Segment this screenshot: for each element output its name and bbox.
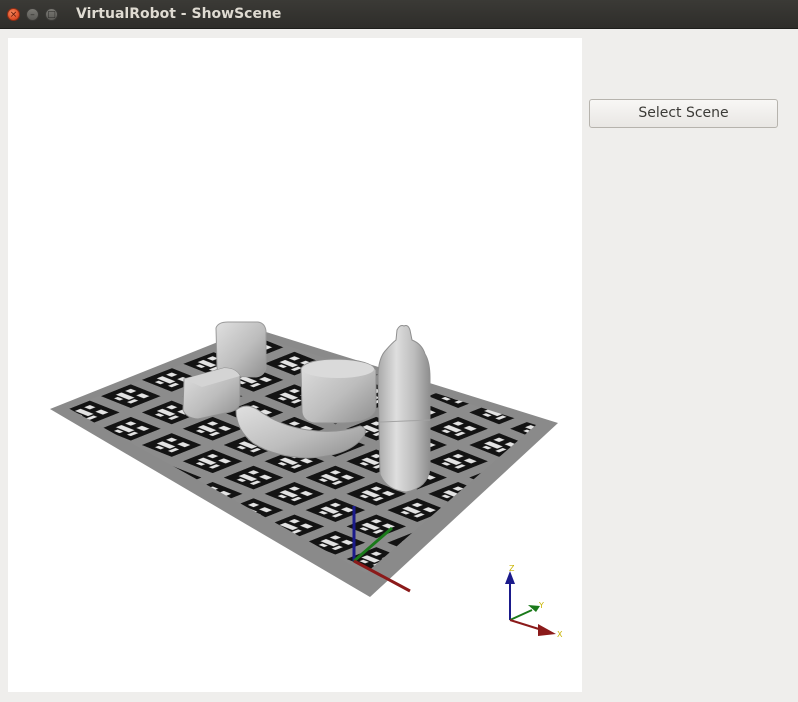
select-scene-button[interactable]: Select Scene — [589, 99, 778, 128]
scene-render: Z Y X — [50, 321, 563, 639]
gizmo-z-label: Z — [509, 564, 515, 573]
3d-viewport[interactable]: Z Y X — [8, 38, 582, 692]
axis-gizmo — [505, 571, 556, 636]
title-bar: × – □ VirtualRobot - ShowScene — [0, 0, 798, 29]
close-window-button[interactable]: × — [7, 8, 20, 21]
maximize-window-button[interactable]: □ — [45, 8, 58, 21]
minimize-window-button[interactable]: – — [26, 8, 39, 21]
bottle-object — [377, 325, 431, 493]
gizmo-y-label: Y — [538, 601, 544, 610]
gizmo-x-label: X — [557, 630, 563, 639]
box-object-middle — [300, 358, 377, 424]
window-title: VirtualRobot - ShowScene — [76, 6, 282, 22]
